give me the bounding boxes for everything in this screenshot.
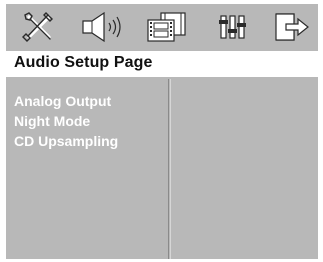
preference-setup-icon[interactable] xyxy=(216,10,250,44)
setup-menu: Analog Output Night Mode CD Upsampling xyxy=(6,79,166,259)
setup-tab-bar xyxy=(6,4,318,49)
exit-icon[interactable] xyxy=(272,10,312,44)
page-title: Audio Setup Page xyxy=(14,54,153,71)
menu-item-night-mode[interactable]: Night Mode xyxy=(14,113,90,129)
menu-item-analog-output[interactable]: Analog Output xyxy=(14,93,111,109)
options-panel xyxy=(172,79,318,259)
video-setup-icon[interactable] xyxy=(145,10,189,44)
audio-setup-icon[interactable] xyxy=(80,10,124,44)
osd-screen: Audio Setup Page Analog Output Night Mod… xyxy=(6,4,318,259)
panel-divider xyxy=(168,79,169,259)
menu-item-cd-upsampling[interactable]: CD Upsampling xyxy=(14,133,118,149)
page-title-bar: Audio Setup Page xyxy=(6,51,318,77)
panel-divider-highlight xyxy=(170,79,171,259)
general-setup-icon[interactable] xyxy=(20,10,58,44)
